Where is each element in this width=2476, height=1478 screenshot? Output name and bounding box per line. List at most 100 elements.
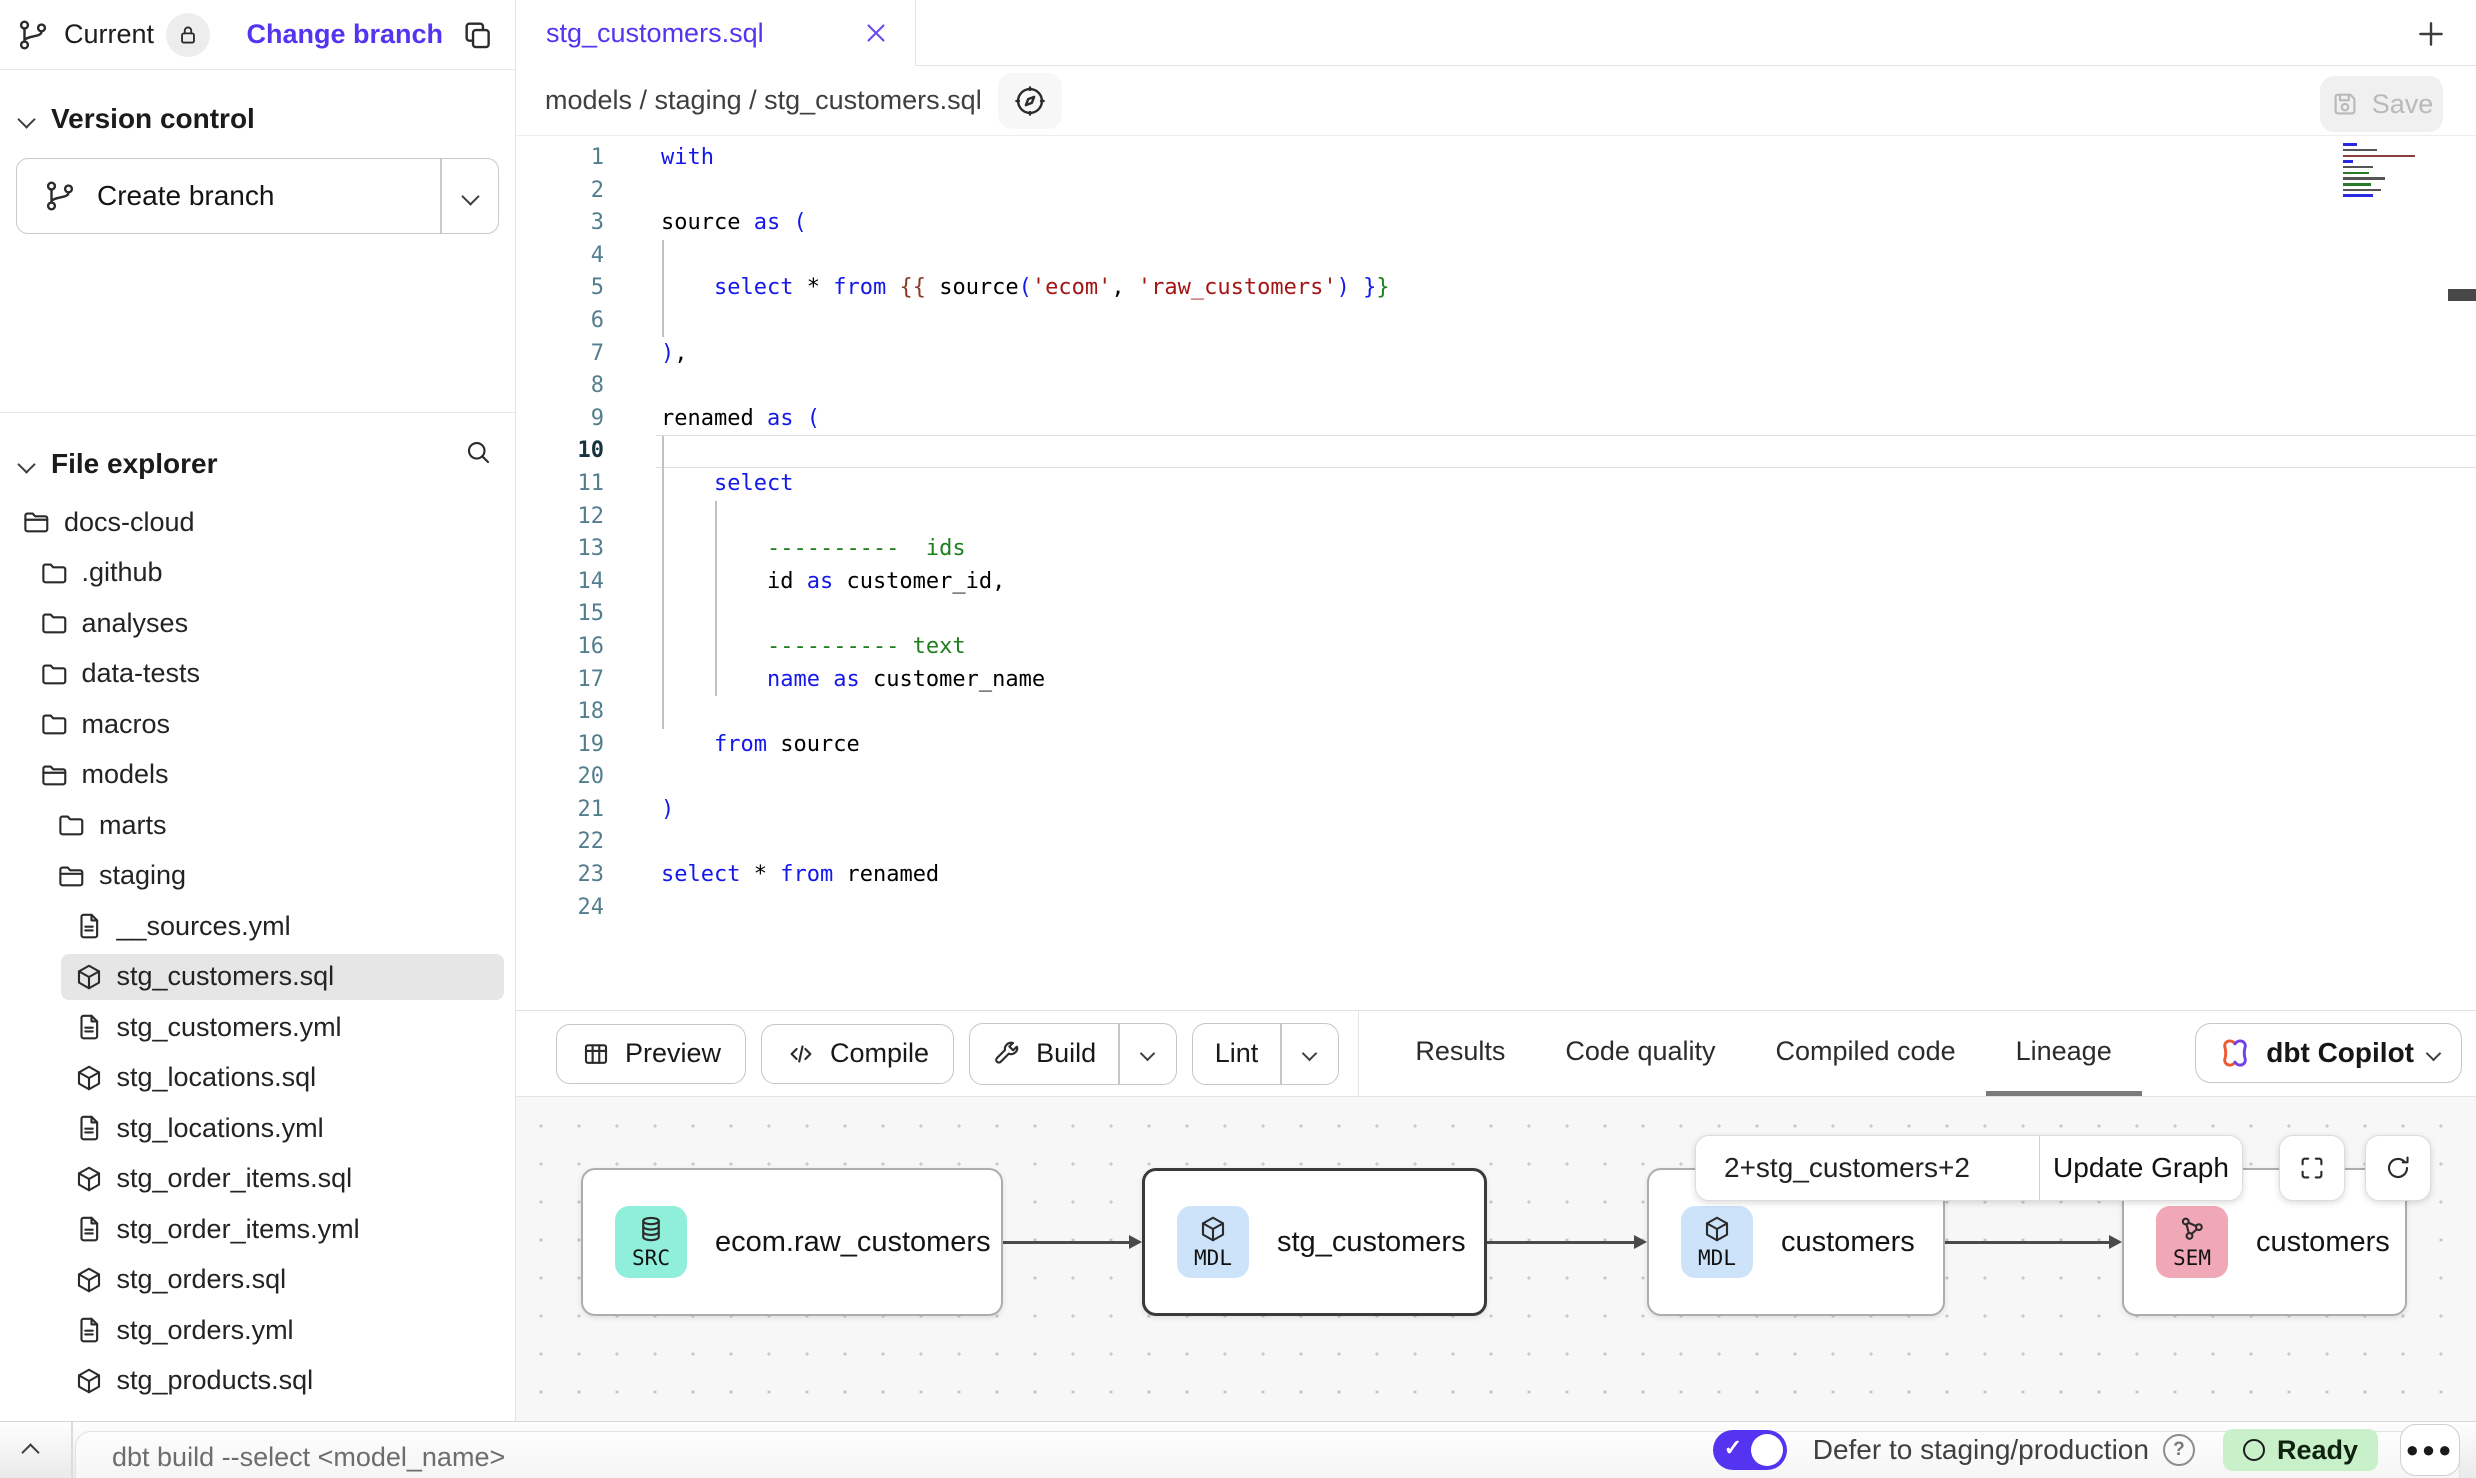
code-line-22[interactable]: 22 (516, 826, 2476, 859)
tab-compiled-code[interactable]: Compiled code (1746, 1011, 1986, 1096)
file-item-stg_order_items.sql[interactable]: stg_order_items.sql (0, 1154, 515, 1205)
code-line-18[interactable]: 18 (516, 696, 2476, 729)
lineage-selector-input[interactable]: 2+stg_customers+2 (1696, 1136, 2039, 1200)
file-item-staging[interactable]: staging (0, 851, 515, 902)
file-icon (74, 1012, 104, 1042)
code-line-16[interactable]: 16 ---------- text (516, 631, 2476, 664)
code-editor[interactable]: 1with23source as (45 select * from {{ so… (516, 136, 2476, 1010)
collapse-command-bar-button[interactable] (21, 1443, 39, 1461)
lint-button[interactable]: Lint (1193, 1024, 1281, 1084)
file-item-stg_customers.sql[interactable]: stg_customers.sql (0, 952, 515, 1003)
file-item-label: stg_orders.sql (117, 1264, 287, 1295)
node-type-label: SRC (632, 1246, 670, 1270)
file-item-label: .github (82, 557, 163, 588)
code-line-12[interactable]: 12 (516, 501, 2476, 534)
lineage-controls: 2+stg_customers+2 Update Graph (1695, 1135, 2243, 1201)
create-branch-label: Create branch (97, 180, 274, 212)
file-item-macros[interactable]: macros (0, 699, 515, 750)
more-options-button[interactable]: ●●● (2400, 1424, 2460, 1476)
code-line-11[interactable]: 11 select (516, 468, 2476, 501)
help-icon[interactable]: ? (2163, 1434, 2195, 1466)
create-branch-button[interactable]: Create branch (17, 159, 440, 233)
code-line-13[interactable]: 13 ---------- ids (516, 533, 2476, 566)
file-item-marts[interactable]: marts (0, 800, 515, 851)
code-line-17[interactable]: 17 name as customer_name (516, 664, 2476, 697)
compile-button[interactable]: Compile (761, 1024, 954, 1084)
file-item-stg_orders.yml[interactable]: stg_orders.yml (0, 1305, 515, 1356)
file-explorer-header[interactable]: File explorer (0, 413, 515, 495)
save-button[interactable]: Save (2320, 76, 2443, 132)
file-item-stg_customers.yml[interactable]: stg_customers.yml (0, 1002, 515, 1053)
file-item-stg_orders.sql[interactable]: stg_orders.sql (0, 1255, 515, 1306)
code-line-21[interactable]: 21) (516, 794, 2476, 827)
tab-results[interactable]: Results (1385, 1011, 1535, 1096)
editor-scrollbar[interactable] (2448, 289, 2476, 301)
file-item-stg_products.sql[interactable]: stg_products.sql (0, 1356, 515, 1407)
code-line-20[interactable]: 20 (516, 761, 2476, 794)
lineage-node-ecom.raw_customers[interactable]: SRCecom.raw_customers (581, 1168, 1003, 1316)
defer-toggle[interactable]: ✓ (1713, 1430, 1787, 1470)
code-text (622, 826, 661, 859)
git-branch-icon (16, 18, 50, 52)
code-line-19[interactable]: 19 from source (516, 729, 2476, 762)
wrench-icon (992, 1039, 1022, 1069)
file-item-data-tests[interactable]: data-tests (0, 649, 515, 700)
folder-icon (39, 659, 69, 689)
fullscreen-button[interactable] (2279, 1135, 2345, 1201)
code-line-23[interactable]: 23select * from renamed (516, 859, 2476, 892)
build-button[interactable]: Build (970, 1024, 1118, 1084)
refresh-button[interactable] (2365, 1135, 2431, 1201)
update-graph-button[interactable]: Update Graph (2040, 1136, 2242, 1200)
line-number: 10 (516, 435, 622, 468)
cube-icon (74, 1265, 104, 1295)
change-branch-link[interactable]: Change branch (246, 19, 443, 50)
explore-button[interactable] (998, 73, 1062, 129)
dbt-copilot-logo-icon (2218, 1036, 2252, 1070)
file-item-stg_locations.sql[interactable]: stg_locations.sql (0, 1053, 515, 1104)
code-line-5[interactable]: 5 select * from {{ source('ecom', 'raw_c… (516, 272, 2476, 305)
code-line-6[interactable]: 6 (516, 305, 2476, 338)
build-dropdown[interactable] (1120, 1024, 1176, 1084)
code-line-8[interactable]: 8 (516, 370, 2476, 403)
code-line-7[interactable]: 7), (516, 338, 2476, 371)
file-item-stg_locations.yml[interactable]: stg_locations.yml (0, 1103, 515, 1154)
code-line-2[interactable]: 2 (516, 175, 2476, 208)
search-icon[interactable] (463, 437, 493, 467)
code-line-24[interactable]: 24 (516, 892, 2476, 925)
tab-code-quality[interactable]: Code quality (1535, 1011, 1745, 1096)
code-line-10[interactable]: 10 (516, 435, 2476, 468)
dbt-copilot-button[interactable]: dbt Copilot (2195, 1023, 2462, 1083)
lint-dropdown[interactable] (1282, 1024, 1338, 1084)
code-area[interactable]: 1with23source as (45 select * from {{ so… (516, 136, 2476, 924)
code-line-9[interactable]: 9renamed as ( (516, 403, 2476, 436)
code-line-14[interactable]: 14 id as customer_id, (516, 566, 2476, 599)
lineage-canvas[interactable]: SRCecom.raw_customersMDLstg_customersMDL… (516, 1096, 2476, 1421)
chevron-down-icon (1140, 1046, 1156, 1062)
file-icon (74, 1113, 104, 1143)
lineage-edge (1003, 1241, 1130, 1244)
new-tab-button[interactable] (2414, 17, 2448, 51)
close-icon[interactable] (861, 18, 891, 48)
lineage-node-stg_customers[interactable]: MDLstg_customers (1142, 1168, 1487, 1316)
code-text: source as ( (622, 207, 807, 240)
code-line-1[interactable]: 1with (516, 142, 2476, 175)
code-line-4[interactable]: 4 (516, 240, 2476, 273)
file-item-__sources.yml[interactable]: __sources.yml (0, 901, 515, 952)
file-item-analyses[interactable]: analyses (0, 598, 515, 649)
copy-icon[interactable] (461, 18, 495, 52)
file-item-.github[interactable]: .github (0, 548, 515, 599)
file-item-models[interactable]: models (0, 750, 515, 801)
code-line-15[interactable]: 15 (516, 598, 2476, 631)
editor-toolbar: Preview Compile Build Lint (516, 1010, 2476, 1096)
file-item-label: data-tests (82, 658, 201, 689)
version-control-header[interactable]: Version control (0, 94, 515, 144)
tab-lineage[interactable]: Lineage (1986, 1011, 2142, 1096)
file-explorer-section: File explorer docs-cloud .github analyses d… (0, 412, 515, 1406)
create-branch-dropdown[interactable] (442, 159, 498, 233)
file-item-docs-cloud[interactable]: docs-cloud (0, 497, 515, 548)
dbt-copilot-label: dbt Copilot (2266, 1037, 2414, 1069)
preview-button[interactable]: Preview (556, 1024, 746, 1084)
code-line-3[interactable]: 3source as ( (516, 207, 2476, 240)
editor-tab-stg-customers[interactable]: stg_customers.sql (516, 0, 916, 66)
file-item-stg_order_items.yml[interactable]: stg_order_items.yml (0, 1204, 515, 1255)
